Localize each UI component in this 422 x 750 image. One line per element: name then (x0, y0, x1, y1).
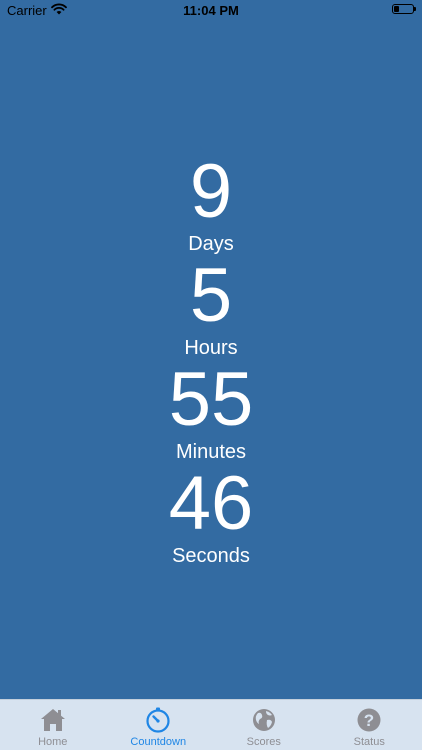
seconds-value: 46 (168, 461, 254, 546)
question-icon: ? (357, 708, 381, 732)
status-right (392, 4, 416, 14)
countdown-days: 9 Days (0, 152, 422, 256)
days-value: 9 (189, 149, 233, 234)
tab-bar: Home Countdown Scores ? Status (0, 699, 422, 750)
countdown-display: 9 Days 5 Hours 55 Minutes 46 Seconds (0, 152, 422, 568)
battery-level (394, 6, 400, 12)
minutes-value: 55 (168, 357, 254, 442)
tab-status-label: Status (353, 736, 385, 748)
tab-scores[interactable]: Scores (211, 700, 317, 750)
countdown-seconds: 46 Seconds (0, 464, 422, 568)
globe-icon (252, 709, 275, 731)
tab-scores-label: Scores (246, 736, 281, 748)
svg-text:?: ? (364, 711, 374, 730)
home-icon (40, 709, 65, 731)
tab-home-label: Home (38, 736, 68, 748)
tab-countdown[interactable]: Countdown (106, 700, 212, 750)
tab-home[interactable]: Home (0, 700, 106, 750)
timer-icon (146, 707, 170, 733)
battery-icon (392, 4, 416, 14)
seconds-label: Seconds (172, 545, 250, 567)
countdown-hours: 5 Hours (0, 256, 422, 360)
tab-status[interactable]: ? Status (317, 700, 422, 750)
hours-value: 5 (189, 253, 233, 338)
status-bar: Carrier 11:04 PM (0, 0, 422, 22)
tab-countdown-label: Countdown (130, 736, 187, 748)
status-time: 11:04 PM (183, 3, 239, 18)
countdown-minutes: 55 Minutes (0, 360, 422, 464)
